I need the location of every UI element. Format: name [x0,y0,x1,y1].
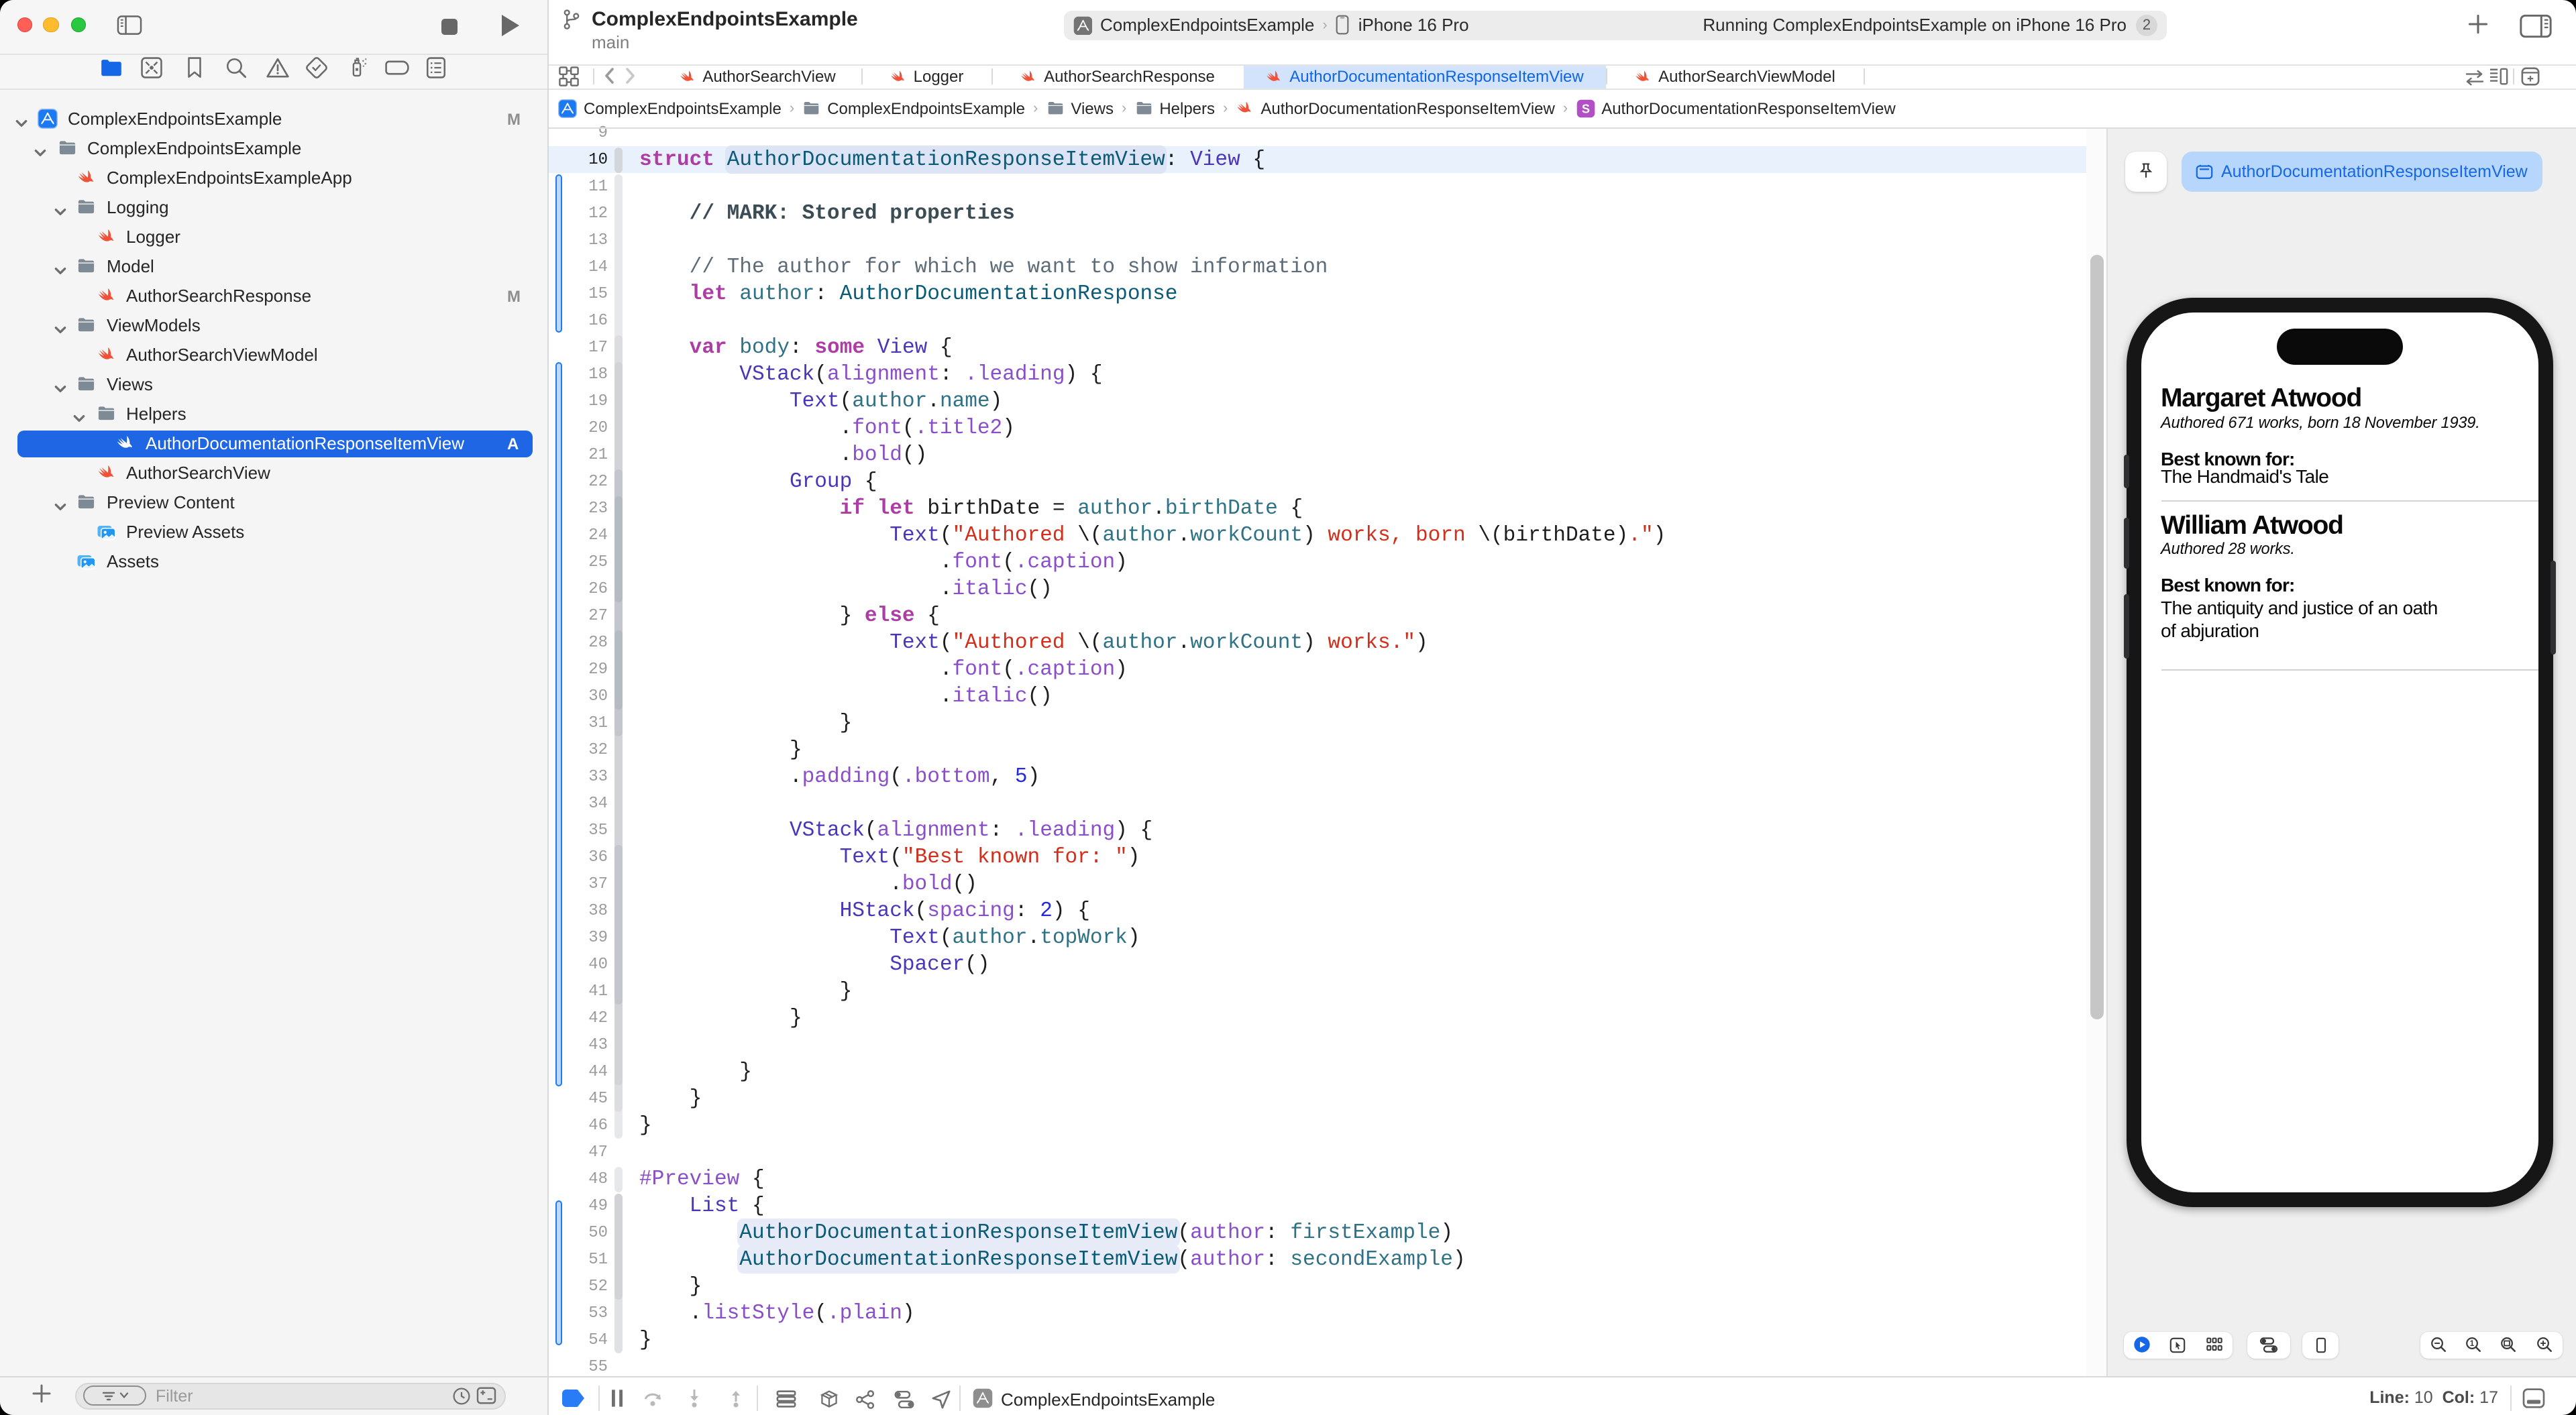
svg-text:S: S [1581,101,1589,115]
svg-text:1: 1 [2470,1340,2475,1349]
